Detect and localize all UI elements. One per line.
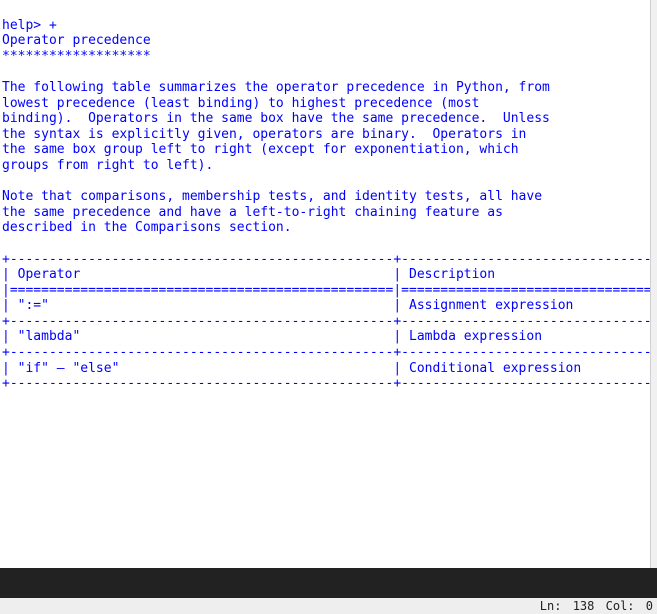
table-border-rowsep-1: +---------------------------------------…: [2, 314, 657, 329]
paragraph-1: The following table summarizes the opera…: [2, 80, 550, 173]
line-value: 138: [573, 599, 595, 613]
help-output: help> + Operator precedence ************…: [0, 0, 657, 568]
col-value: 0: [646, 599, 653, 613]
topic-title: Operator precedence: [2, 33, 151, 48]
table-border-rowsep-3: +---------------------------------------…: [2, 376, 657, 391]
help-prompt: help> +: [2, 18, 57, 33]
vertical-scrollbar[interactable]: [650, 0, 657, 568]
paragraph-2: Note that comparisons, membership tests,…: [2, 189, 542, 235]
footer-bar: Ln: 138 Col: 0: [0, 598, 657, 614]
line-label: Ln:: [540, 599, 562, 613]
table-border-headersep: |=======================================…: [2, 283, 657, 298]
col-label: Col:: [606, 599, 635, 613]
table-row: | "lambda" | Lambda expression |: [2, 329, 657, 344]
table-header-row: | Operator | Description |: [2, 267, 657, 282]
title-underline: *******************: [2, 49, 151, 64]
status-bar: [0, 568, 657, 598]
table-border-rowsep-2: +---------------------------------------…: [2, 345, 657, 360]
table-row: | ":=" | Assignment expression |: [2, 298, 657, 313]
table-border-top: +---------------------------------------…: [2, 252, 657, 267]
table-row: | "if" – "else" | Conditional expression…: [2, 361, 657, 376]
